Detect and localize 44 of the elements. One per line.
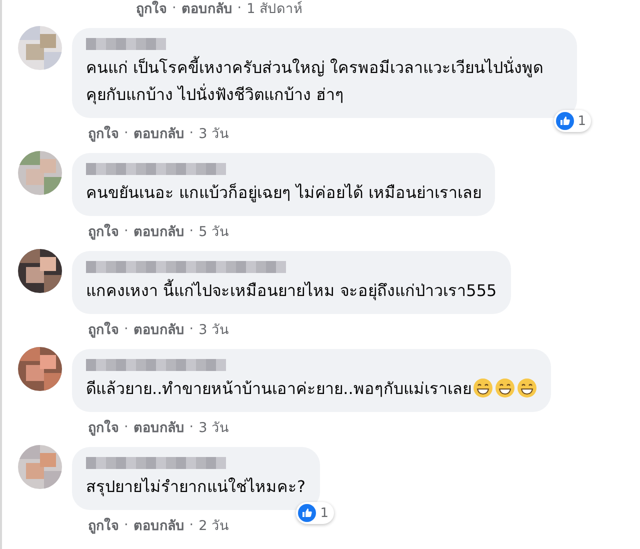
grinning-face-icon bbox=[495, 378, 516, 398]
separator: · bbox=[189, 223, 194, 239]
comment-text: ดีแล้วยาย..ทำขายหน้าบ้านเอาค่ะยาย..พอๆกับแม่เราเลย bbox=[86, 375, 538, 402]
comment-text: แกคงเหงา นี้แก่ไปจะเหมือนยายไหม จะอยุ่ถึงแก่ป่าวเรา555 bbox=[86, 278, 497, 302]
like-link[interactable]: ถูกใจ bbox=[88, 318, 119, 340]
reply-link[interactable]: ตอบกลับ bbox=[133, 122, 184, 144]
separator: · bbox=[124, 517, 128, 533]
reply-link[interactable]: ตอบกลับ bbox=[181, 0, 232, 19]
reply-link[interactable]: ตอบกลับ bbox=[133, 318, 184, 340]
reaction-badge[interactable]: 1 bbox=[296, 502, 334, 524]
reaction-count: 1 bbox=[578, 114, 586, 128]
like-link[interactable]: ถูกใจ bbox=[88, 220, 119, 242]
comment-time: 5 วัน bbox=[198, 223, 228, 242]
reply-link[interactable]: ตอบกลับ bbox=[133, 220, 184, 242]
comment-time: 2 วัน bbox=[198, 517, 228, 536]
comment-text: คนขยันเนอะ แกแบ้วก็อยู่เฉยๆ ไม่ค่อยได้ เหมือนย่าเราเลย bbox=[86, 182, 482, 204]
like-link[interactable]: ถูกใจ bbox=[88, 122, 119, 144]
separator: · bbox=[189, 321, 194, 337]
separator: · bbox=[124, 223, 128, 239]
comment-time: 1 สัปดาห์ bbox=[246, 0, 302, 19]
comment-text: สรุปยายไม่รำยากแน่ใช่ไหมคะ? bbox=[86, 476, 306, 498]
separator: · bbox=[124, 125, 128, 141]
comment-text: คนแก่ เป็นโรคขี้เหงาครับส่วนใหญ่ ใครพอมีเวลาแวะเวียนไปนั่งพูดคุยกับแกบ้าง ไปนั่งฟังชีวิตแกบ้าง ฮ่าๆ bbox=[86, 55, 544, 106]
reply-link[interactable]: ตอบกลับ bbox=[133, 514, 184, 536]
like-link[interactable]: ถูกใจ bbox=[88, 514, 119, 536]
separator: · bbox=[172, 0, 176, 16]
reply-link[interactable]: ตอบกลับ bbox=[133, 416, 184, 438]
comment-time: 3 วัน bbox=[198, 419, 228, 438]
separator: · bbox=[189, 125, 194, 141]
grinning-face-icon bbox=[473, 378, 494, 398]
comment-time: 3 วัน bbox=[198, 321, 228, 340]
separator: · bbox=[124, 321, 128, 337]
separator: · bbox=[237, 0, 242, 16]
like-link[interactable]: ถูกใจ bbox=[88, 416, 119, 438]
like-icon bbox=[298, 504, 316, 522]
like-link[interactable]: ถูกใจ bbox=[136, 0, 167, 19]
separator: · bbox=[189, 517, 194, 533]
reaction-count: 1 bbox=[320, 506, 328, 520]
comment-time: 3 วัน bbox=[198, 125, 228, 144]
reaction-badge[interactable]: 1 bbox=[554, 110, 591, 132]
separator: · bbox=[189, 419, 194, 435]
separator: · bbox=[124, 419, 128, 435]
like-icon bbox=[556, 112, 574, 130]
grinning-face-icon bbox=[517, 378, 538, 398]
